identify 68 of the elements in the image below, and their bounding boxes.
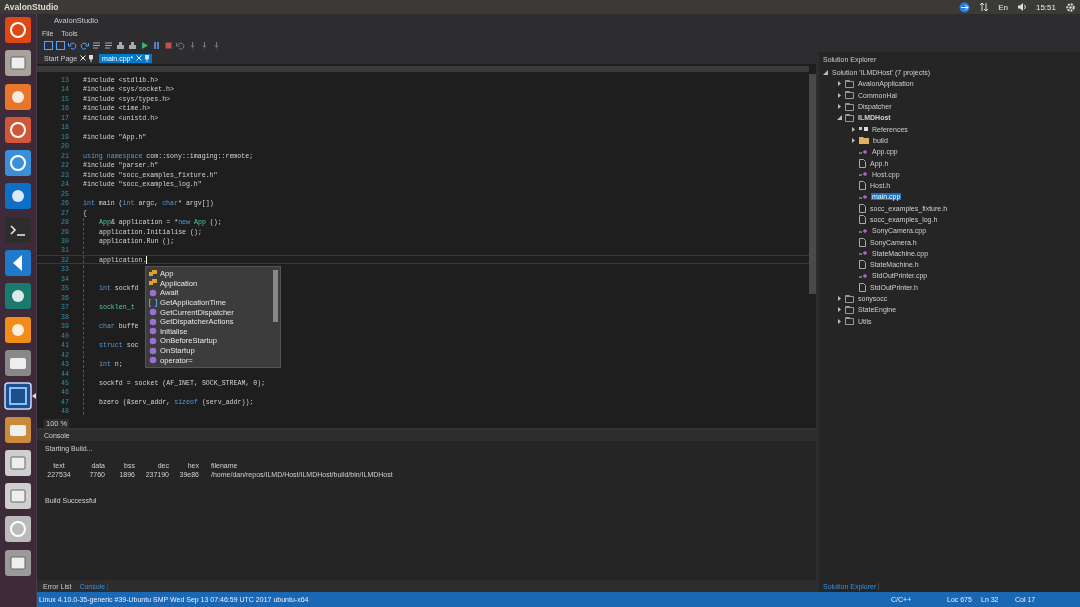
pause-icon[interactable] (152, 40, 161, 50)
launcher-icon[interactable] (4, 515, 32, 544)
text-caret (146, 255, 148, 264)
launcher-icon[interactable] (4, 182, 32, 211)
launcher-icon[interactable] (4, 315, 32, 344)
redo-icon[interactable] (80, 40, 89, 50)
project-icon (845, 102, 854, 111)
cpp-file-icon (859, 227, 868, 234)
launcher-icon[interactable] (4, 415, 32, 444)
keyboard-layout[interactable]: En (998, 2, 1008, 12)
launcher-icon[interactable] (4, 115, 32, 144)
launcher-icon[interactable] (4, 382, 32, 411)
remote-icon[interactable] (959, 1, 971, 13)
app-title: AvalonStudio (4, 2, 59, 12)
references-icon (859, 126, 868, 133)
launcher-icon[interactable] (4, 282, 32, 311)
launcher-icon[interactable] (4, 548, 32, 577)
file-icon (859, 181, 866, 191)
expander-icon[interactable] (837, 307, 842, 313)
expander-icon[interactable] (837, 92, 842, 98)
undo-icon[interactable] (68, 40, 77, 50)
pin-icon[interactable] (89, 54, 94, 62)
volume-icon[interactable] (1016, 2, 1027, 12)
expander-icon[interactable] (823, 70, 828, 76)
build-icon[interactable] (116, 40, 125, 50)
launcher-icon[interactable] (4, 482, 32, 511)
expander-icon[interactable] (837, 81, 842, 87)
project-icon (845, 79, 854, 88)
expander-icon[interactable] (851, 126, 856, 132)
launcher-icon[interactable] (4, 149, 32, 178)
clock[interactable]: 15:51 (1035, 2, 1056, 12)
scroll-bar[interactable] (809, 74, 816, 294)
launcher-icon[interactable] (4, 82, 32, 111)
expander-icon[interactable] (837, 296, 842, 302)
stop-icon[interactable] (164, 40, 173, 50)
cpp-file-icon (859, 273, 868, 279)
file-icon (859, 260, 866, 270)
folder-icon (859, 136, 869, 145)
expander-icon[interactable] (837, 318, 842, 324)
scroll-bar[interactable] (37, 66, 809, 72)
expander-icon[interactable] (851, 137, 856, 143)
launcher-icon[interactable] (4, 16, 32, 44)
scroll-bar[interactable] (273, 270, 278, 322)
launcher-icon[interactable] (4, 49, 32, 78)
project-icon (845, 113, 854, 122)
project-icon (845, 305, 854, 314)
expander-icon[interactable] (837, 115, 842, 121)
cpp-file-icon (859, 250, 868, 257)
launcher-icon[interactable] (4, 348, 32, 377)
network-icon[interactable] (979, 2, 990, 12)
close-icon[interactable] (80, 55, 87, 61)
comment-icon[interactable] (92, 40, 101, 50)
project-icon (845, 317, 854, 326)
play-icon[interactable] (140, 40, 149, 50)
project-icon (845, 91, 854, 100)
expander-icon[interactable] (837, 104, 842, 110)
file-icon (859, 158, 866, 168)
cpp-file-icon (859, 193, 868, 200)
launcher-icon[interactable] (4, 249, 32, 278)
launcher-icon[interactable] (4, 215, 32, 244)
cpp-file-icon (859, 171, 868, 178)
launcher-icon[interactable] (4, 448, 32, 477)
project-icon (845, 294, 854, 303)
restart-icon[interactable] (176, 40, 185, 50)
file-icon (859, 282, 866, 292)
settings-icon[interactable] (1065, 1, 1076, 13)
file-icon (859, 237, 866, 247)
cpp-file-icon (859, 148, 868, 155)
